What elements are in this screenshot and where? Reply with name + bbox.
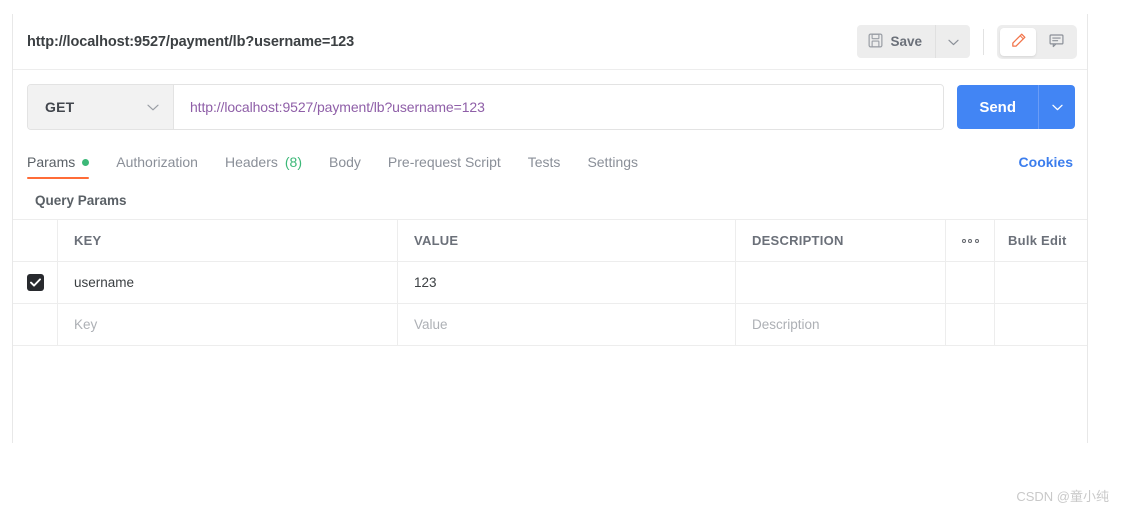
method-url-group: GET http://localhost:9527/payment/lb?use…: [27, 84, 945, 130]
send-button[interactable]: Send: [957, 85, 1038, 129]
row-options-cell: [946, 262, 995, 303]
query-params-title: Query Params: [35, 193, 127, 208]
check-icon: [29, 275, 41, 290]
header-cell-value: VALUE: [398, 220, 736, 261]
chevron-down-icon: [147, 98, 159, 116]
row-key-input[interactable]: username: [58, 262, 398, 303]
tab-settings-label: Settings: [587, 154, 639, 170]
save-options-dropdown[interactable]: [935, 25, 970, 58]
empty-row-checkbox-cell: [13, 304, 58, 345]
floppy-disk-icon: [868, 33, 883, 51]
row-checkbox-cell: [13, 262, 58, 303]
tab-params[interactable]: Params: [27, 154, 90, 179]
header-cell-key: KEY: [58, 220, 398, 261]
tab-pre-request-script[interactable]: Pre-request Script: [388, 154, 501, 179]
row-spacer-cell: [995, 262, 1087, 303]
toolbar-divider: [983, 28, 984, 55]
send-button-label: Send: [979, 98, 1016, 116]
row-description-input[interactable]: [736, 262, 946, 303]
bulk-edit-button[interactable]: Bulk Edit: [995, 220, 1087, 261]
table-header-row: KEY VALUE DESCRIPTION Bulk Edit: [13, 220, 1087, 262]
tab-pre-request-script-label: Pre-request Script: [387, 154, 501, 170]
request-title: http://localhost:9527/payment/lb?usernam…: [27, 33, 355, 50]
tab-tests[interactable]: Tests: [528, 154, 561, 179]
request-titlebar: http://localhost:9527/payment/lb?usernam…: [13, 14, 1087, 70]
tab-authorization[interactable]: Authorization: [116, 154, 198, 179]
comment-button[interactable]: [1038, 28, 1074, 56]
http-method-label: GET: [45, 99, 75, 115]
table-row[interactable]: username 123: [13, 262, 1087, 304]
watermark: CSDN @童小纯: [1016, 489, 1109, 504]
empty-row-description-input[interactable]: Description: [736, 304, 946, 345]
empty-row-key-input[interactable]: Key: [58, 304, 398, 345]
request-tabs: Params Authorization Headers (8) Body Pr…: [13, 143, 1087, 179]
empty-row-value-input[interactable]: Value: [398, 304, 736, 345]
tab-tests-label: Tests: [527, 154, 561, 170]
table-row[interactable]: Key Value Description: [13, 304, 1087, 346]
table-options-button[interactable]: [946, 220, 995, 261]
pencil-icon: [1010, 32, 1027, 52]
cookies-link[interactable]: Cookies: [1019, 154, 1073, 179]
query-params-table: KEY VALUE DESCRIPTION Bulk Edit username…: [13, 219, 1087, 346]
row-checkbox[interactable]: [26, 274, 44, 291]
save-button-group: Save: [857, 25, 970, 58]
tab-params-label: Params: [27, 154, 76, 170]
url-input[interactable]: http://localhost:9527/payment/lb?usernam…: [174, 85, 944, 129]
save-button-label: Save: [890, 34, 922, 49]
chevron-down-icon: [947, 33, 959, 51]
comment-icon: [1048, 32, 1065, 52]
header-cell-checkbox: [13, 220, 58, 261]
save-button[interactable]: Save: [857, 25, 935, 58]
view-toggle-group: [997, 24, 1077, 59]
edit-mode-button[interactable]: [1000, 27, 1036, 56]
send-options-dropdown[interactable]: [1038, 85, 1075, 129]
chevron-down-icon: [1051, 98, 1063, 116]
tab-authorization-label: Authorization: [116, 154, 198, 170]
titlebar-actions: Save: [857, 14, 1077, 69]
tab-settings[interactable]: Settings: [587, 154, 638, 179]
empty-row-options-cell: [946, 304, 995, 345]
tab-headers[interactable]: Headers (8): [225, 154, 302, 179]
tab-headers-label: Headers: [224, 154, 278, 170]
url-row: GET http://localhost:9527/payment/lb?use…: [13, 70, 1087, 143]
empty-row-spacer-cell: [995, 304, 1087, 345]
request-panel: http://localhost:9527/payment/lb?usernam…: [12, 14, 1088, 443]
send-button-group: Send: [957, 85, 1075, 129]
http-method-select[interactable]: GET: [28, 85, 174, 129]
row-value-input[interactable]: 123: [398, 262, 736, 303]
ellipsis-icon: [961, 238, 979, 243]
postman-request-screen: http://localhost:9527/payment/lb?usernam…: [0, 0, 1121, 515]
params-modified-dot: [82, 158, 90, 166]
tab-body-label: Body: [329, 154, 361, 170]
tab-body[interactable]: Body: [329, 154, 361, 179]
header-cell-description: DESCRIPTION: [736, 220, 946, 261]
tab-headers-count: (8): [284, 154, 302, 170]
